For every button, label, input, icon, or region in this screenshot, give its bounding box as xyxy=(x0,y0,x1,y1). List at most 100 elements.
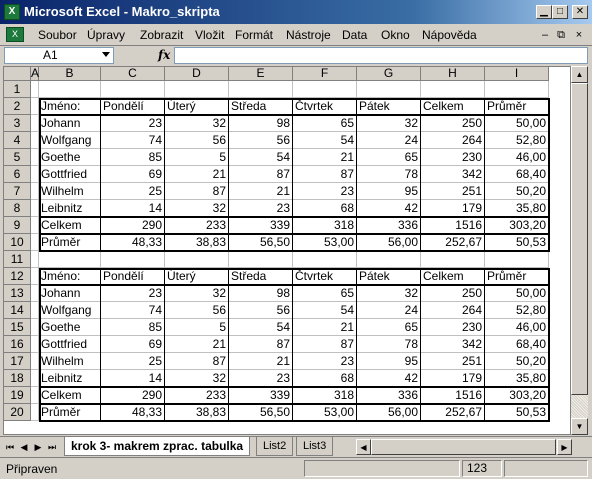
horizontal-scroll-thumb[interactable] xyxy=(371,439,556,455)
table-cell[interactable]: 32 xyxy=(165,200,229,217)
table-cell[interactable]: 24 xyxy=(357,132,421,149)
table-header-cell[interactable]: Průměr xyxy=(485,268,549,285)
cell[interactable] xyxy=(31,302,39,319)
table-cell[interactable]: 65 xyxy=(357,149,421,166)
menu-okno[interactable]: Okno xyxy=(381,28,410,42)
row-header[interactable]: 12 xyxy=(4,268,31,285)
table-cell[interactable]: 53,00 xyxy=(293,234,357,251)
vertical-scrollbar[interactable]: ▲ ▼ xyxy=(571,66,588,435)
table-cell[interactable]: 53,00 xyxy=(293,404,357,421)
table-cell[interactable]: 251 xyxy=(421,353,485,370)
row-header[interactable]: 3 xyxy=(4,115,31,132)
table-header-cell[interactable]: Úterý xyxy=(165,268,229,285)
table-cell[interactable]: 98 xyxy=(229,285,293,302)
chevron-down-icon[interactable] xyxy=(102,52,110,57)
table-cell[interactable]: Johann xyxy=(39,285,101,302)
tab-krok3[interactable]: krok 3- makrem zprac. tabulka xyxy=(64,437,251,456)
table-cell[interactable]: 56,50 xyxy=(229,404,293,421)
table-cell[interactable]: Celkem xyxy=(39,387,101,404)
cell[interactable] xyxy=(31,370,39,387)
table-cell[interactable]: 87 xyxy=(229,336,293,353)
table-cell[interactable]: 50,20 xyxy=(485,183,549,200)
table-header-cell[interactable]: Středa xyxy=(229,98,293,115)
column-header[interactable]: D xyxy=(165,67,229,81)
table-cell[interactable]: 98 xyxy=(229,115,293,132)
row-header[interactable]: 19 xyxy=(4,387,31,404)
row-header[interactable]: 15 xyxy=(4,319,31,336)
scroll-up-icon[interactable]: ▲ xyxy=(571,66,588,83)
table-cell[interactable]: Wolfgang xyxy=(39,302,101,319)
cell[interactable] xyxy=(31,98,39,115)
row-header[interactable]: 6 xyxy=(4,166,31,183)
menu-zobrazit[interactable]: Zobrazit xyxy=(140,28,183,42)
first-sheet-icon[interactable]: ⏮ xyxy=(4,440,16,454)
column-header[interactable]: A xyxy=(31,67,39,81)
table-cell[interactable]: 303,20 xyxy=(485,217,549,234)
table-cell[interactable]: 230 xyxy=(421,149,485,166)
table-cell[interactable]: 336 xyxy=(357,387,421,404)
column-header[interactable]: B xyxy=(39,67,101,81)
row-header[interactable]: 14 xyxy=(4,302,31,319)
table-cell[interactable]: 48,33 xyxy=(101,404,165,421)
table-cell[interactable]: Goethe xyxy=(39,319,101,336)
table-cell[interactable]: Gottfried xyxy=(39,166,101,183)
table-cell[interactable]: Celkem xyxy=(39,217,101,234)
table-header-cell[interactable]: Pátek xyxy=(357,268,421,285)
table-cell[interactable]: 5 xyxy=(165,149,229,166)
table-cell[interactable]: 95 xyxy=(357,183,421,200)
cell[interactable] xyxy=(421,251,485,268)
table-header-cell[interactable]: Pondělí xyxy=(101,98,165,115)
table-cell[interactable]: 50,20 xyxy=(485,353,549,370)
table-cell[interactable]: 336 xyxy=(357,217,421,234)
table-header-cell[interactable]: Čtvrtek xyxy=(293,98,357,115)
table-cell[interactable]: 25 xyxy=(101,183,165,200)
table-cell[interactable]: 32 xyxy=(165,285,229,302)
cell[interactable] xyxy=(485,251,549,268)
table-cell[interactable]: 56 xyxy=(165,132,229,149)
fx-icon[interactable]: fx xyxy=(158,48,170,62)
cell[interactable] xyxy=(31,387,39,404)
cell[interactable] xyxy=(357,251,421,268)
table-cell[interactable]: 87 xyxy=(293,166,357,183)
row-header[interactable]: 8 xyxy=(4,200,31,217)
cell[interactable] xyxy=(31,132,39,149)
table-cell[interactable]: Johann xyxy=(39,115,101,132)
table-cell[interactable]: 32 xyxy=(165,115,229,132)
doc-minimize-icon[interactable]: – xyxy=(538,28,552,42)
prev-sheet-icon[interactable]: ◀ xyxy=(18,440,30,454)
table-cell[interactable]: 342 xyxy=(421,166,485,183)
table-cell[interactable]: 290 xyxy=(101,217,165,234)
table-cell[interactable]: 21 xyxy=(165,166,229,183)
cell[interactable] xyxy=(39,251,101,268)
table-cell[interactable]: 1516 xyxy=(421,217,485,234)
cell[interactable] xyxy=(31,285,39,302)
table-cell[interactable]: 46,00 xyxy=(485,319,549,336)
table-cell[interactable]: 251 xyxy=(421,183,485,200)
minimize-button[interactable]: ▁ xyxy=(536,5,552,19)
vertical-scroll-thumb[interactable] xyxy=(571,83,588,395)
table-cell[interactable]: 42 xyxy=(357,200,421,217)
cell[interactable] xyxy=(31,319,39,336)
table-cell[interactable]: 68,40 xyxy=(485,336,549,353)
table-cell[interactable]: 264 xyxy=(421,302,485,319)
row-header[interactable]: 13 xyxy=(4,285,31,302)
table-cell[interactable]: 68 xyxy=(293,200,357,217)
table-header-cell[interactable]: Jméno: xyxy=(39,268,101,285)
table-cell[interactable]: 78 xyxy=(357,336,421,353)
table-cell[interactable]: 50,53 xyxy=(485,404,549,421)
cell[interactable] xyxy=(165,251,229,268)
table-cell[interactable]: 14 xyxy=(101,200,165,217)
table-cell[interactable]: 56 xyxy=(229,302,293,319)
table-cell[interactable]: Průměr xyxy=(39,404,101,421)
row-header[interactable]: 17 xyxy=(4,353,31,370)
table-cell[interactable]: 87 xyxy=(229,166,293,183)
cell[interactable] xyxy=(31,183,39,200)
cell[interactable] xyxy=(101,81,165,98)
table-cell[interactable]: 54 xyxy=(229,149,293,166)
last-sheet-icon[interactable]: ⏭ xyxy=(46,440,58,454)
tab-list3[interactable]: List3 xyxy=(296,437,334,456)
row-header[interactable]: 1 xyxy=(4,81,31,98)
table-cell[interactable]: 56 xyxy=(165,302,229,319)
table-cell[interactable]: 21 xyxy=(293,319,357,336)
cell[interactable] xyxy=(229,251,293,268)
